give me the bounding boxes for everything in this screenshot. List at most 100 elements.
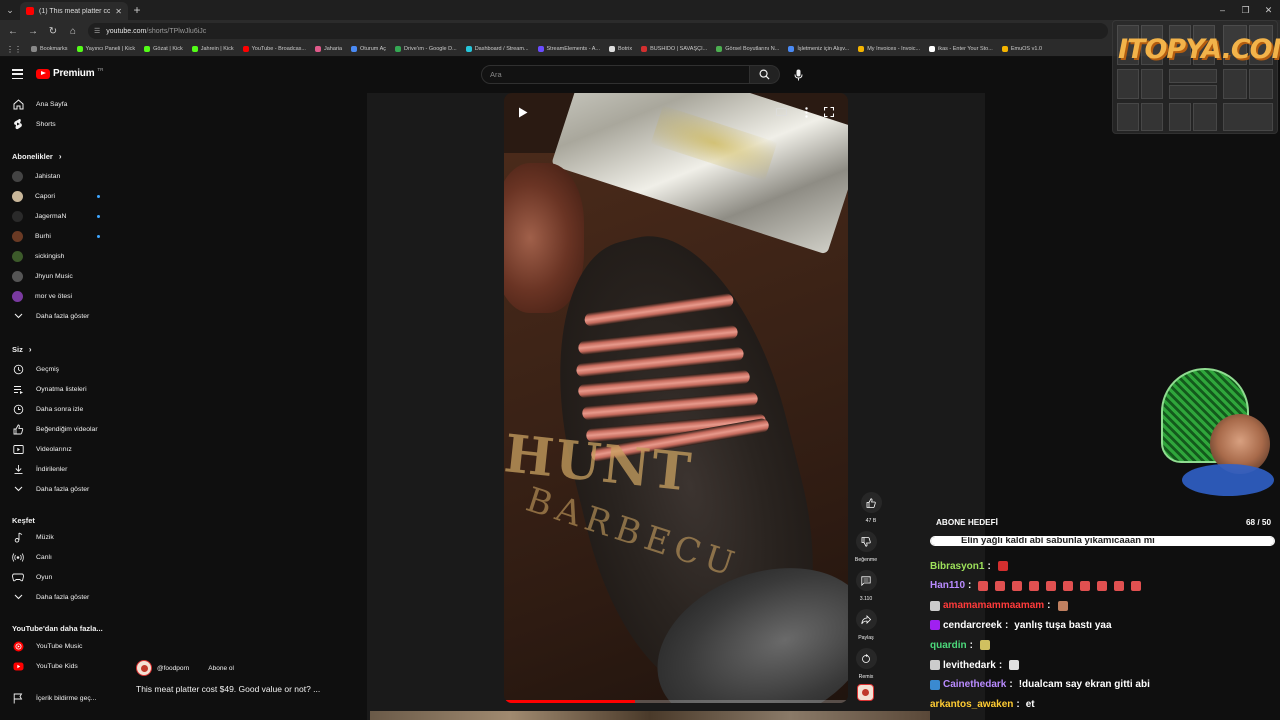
back-button[interactable]: ← <box>4 22 22 40</box>
shorts-video-player[interactable]: HUNT BARBECU <box>504 93 848 703</box>
more-options-button[interactable] <box>799 105 813 119</box>
guide-menu-icon[interactable] <box>12 69 23 79</box>
bookmark-item[interactable]: Bookmarks <box>31 46 68 52</box>
chat-message: levithedark : <box>930 656 1275 674</box>
bookmark-item[interactable]: İşletmeniz için Alışv... <box>788 46 849 52</box>
youtube-premium-logo[interactable]: Premium TR <box>36 67 103 79</box>
chat-separator: : <box>987 560 991 572</box>
sidebar-item-subscription[interactable]: JagermaN <box>0 207 116 225</box>
sidebar-item-watch-later[interactable]: Daha sonra izle <box>0 400 116 418</box>
search-input[interactable]: Ara <box>481 65 750 84</box>
share-button[interactable]: Paylaş <box>850 609 882 641</box>
tab-close-icon[interactable]: ✕ <box>115 7 122 16</box>
new-tab-button[interactable]: + <box>128 3 146 17</box>
apps-icon[interactable]: ⋮⋮ <box>6 45 22 54</box>
youtube-favicon-icon <box>26 7 34 15</box>
sidebar-item-subscription[interactable]: Burhi <box>0 227 116 245</box>
home-button[interactable]: ⌂ <box>64 22 82 40</box>
snap-layout-cell[interactable] <box>1117 69 1139 99</box>
window-controls: – ❐ ✕ <box>1211 0 1280 20</box>
sidebar-item-subscription[interactable]: mor ve ötesi <box>0 287 116 305</box>
sidebar-item-live[interactable]: Canlı <box>0 548 116 566</box>
sidebar-item-your-videos[interactable]: Videolarınız <box>0 440 116 458</box>
snap-layout-cell[interactable] <box>1141 103 1163 131</box>
sidebar-item-youtube-kids[interactable]: YouTube Kids <box>0 657 116 675</box>
dislike-button[interactable]: Beğenme <box>850 531 882 563</box>
sidebar-item-show-more[interactable]: Daha fazla göster <box>0 588 116 606</box>
snap-layout-cell[interactable] <box>1193 103 1217 131</box>
bookmark-item[interactable]: My Invoices - Invoic... <box>858 46 920 52</box>
channel-avatar[interactable] <box>136 660 152 676</box>
sidebar-item-subscription[interactable]: Jhyun Music <box>0 267 116 285</box>
address-bar[interactable]: ☰ youtube.com/shorts/TPlwJlu6iJc <box>88 23 1108 39</box>
fullscreen-button[interactable] <box>822 105 836 119</box>
section-title: Siz <box>12 345 23 354</box>
bookmark-item[interactable]: Görsel Boyutlarını N... <box>716 46 779 52</box>
like-button[interactable]: 47 B <box>855 492 887 524</box>
sidebar-item-liked-videos[interactable]: Beğendiğim videolar <box>0 420 116 438</box>
sidebar-item-subscription[interactable]: sickingish <box>0 247 116 265</box>
tab-search-chevron-icon[interactable]: ⌄ <box>0 0 20 20</box>
sidebar-item-gaming[interactable]: Oyun <box>0 568 116 586</box>
bookmark-item[interactable]: Yayıncı Paneli | Kick <box>76 46 135 52</box>
forward-button[interactable]: → <box>24 22 42 40</box>
reload-button[interactable]: ↻ <box>44 22 62 40</box>
remix-button[interactable]: Remix <box>850 648 882 680</box>
sidebar-item-subscription[interactable]: Capori <box>0 187 116 205</box>
home-icon <box>12 98 24 110</box>
snap-layout-cell[interactable] <box>1141 69 1163 99</box>
sidebar-item-youtube-music[interactable]: YouTube Music <box>0 637 116 655</box>
sidebar-item-show-more[interactable]: Daha fazla göster <box>0 480 116 498</box>
bookmark-item[interactable]: StreamElements - A... <box>537 46 600 52</box>
subscribe-button[interactable]: Abone ol <box>202 662 240 675</box>
sidebar-item-download[interactable]: İndirilenler <box>0 460 116 478</box>
bookmark-item[interactable]: EmuOS v1.0 <box>1001 46 1042 52</box>
sidebar-item-music[interactable]: Müzik <box>0 528 116 546</box>
sidebar-item-shorts[interactable]: Shorts <box>0 115 116 133</box>
bookmark-item[interactable]: Jahrein | Kick <box>191 46 234 52</box>
sidebar-item-playlist[interactable]: Oynatma listeleri <box>0 380 116 398</box>
comments-button[interactable]: 3.110 <box>850 570 882 602</box>
sidebar-item-subscription[interactable]: Jahistan <box>0 167 116 185</box>
bookmark-item[interactable]: Botrix <box>609 46 632 52</box>
bookmark-item[interactable]: Oturum Aç <box>351 46 386 52</box>
subscriptions-header[interactable]: Abonelikler › <box>12 152 62 161</box>
site-info-icon[interactable]: ☰ <box>94 27 100 35</box>
bookmark-item[interactable]: Jaharia <box>314 46 342 52</box>
you-header[interactable]: Siz › <box>12 345 32 354</box>
captions-button[interactable] <box>774 105 788 119</box>
play-button[interactable] <box>516 105 530 119</box>
restore-button[interactable]: ❐ <box>1234 0 1257 20</box>
channel-avatar <box>12 170 23 182</box>
sidebar-item-home[interactable]: Ana Sayfa <box>0 95 116 113</box>
bookmark-item[interactable]: Drive'ım - Google D... <box>395 46 457 52</box>
snap-layout-cell[interactable] <box>1117 103 1139 131</box>
channel-name[interactable]: @foodporn <box>157 665 189 672</box>
bookmark-item[interactable]: BUSHIDO | SAVAŞÇI... <box>641 46 707 52</box>
short-title[interactable]: This meat platter cost $49. Good value o… <box>136 684 320 694</box>
sound-thumbnail[interactable] <box>857 684 874 701</box>
sidebar-item-history[interactable]: Geçmiş <box>0 360 116 378</box>
chat-badge-icon <box>930 620 940 631</box>
bookmark-item[interactable]: ikas - Enter Your Sto... <box>929 46 993 52</box>
snap-layout-cell[interactable] <box>1169 85 1217 99</box>
snap-layout-cell[interactable] <box>1223 103 1273 131</box>
video-progress-bar[interactable] <box>504 700 848 703</box>
voice-search-button[interactable] <box>790 66 807 83</box>
bookmark-item[interactable]: Dashboard / Stream... <box>465 46 529 52</box>
snap-layout-cell[interactable] <box>1223 69 1247 99</box>
snap-layout-cell[interactable] <box>1249 69 1273 99</box>
bookmark-item[interactable]: YouTube - Broadcas... <box>242 46 306 52</box>
live-indicator <box>97 214 100 218</box>
window-close-button[interactable]: ✕ <box>1257 0 1280 20</box>
sidebar-item-show-more[interactable]: Daha fazla göster <box>0 307 116 325</box>
sidebar-item-report-history[interactable]: İçerik bildirme geç... <box>0 689 116 707</box>
minimize-button[interactable]: – <box>1211 0 1234 20</box>
browser-tab-active[interactable]: (1) This meat platter cost $49. G ✕ <box>20 2 128 20</box>
bookmark-item[interactable]: Gözat | Kick <box>144 46 183 52</box>
live-icon <box>12 551 24 563</box>
snap-layout-cell[interactable] <box>1169 69 1217 83</box>
snap-layout-cell[interactable] <box>1169 103 1191 131</box>
bookmarks-bar: ⋮⋮ Bookmarks Yayıncı Paneli | Kick Gözat | … <box>0 42 1280 57</box>
search-button[interactable] <box>750 65 780 84</box>
